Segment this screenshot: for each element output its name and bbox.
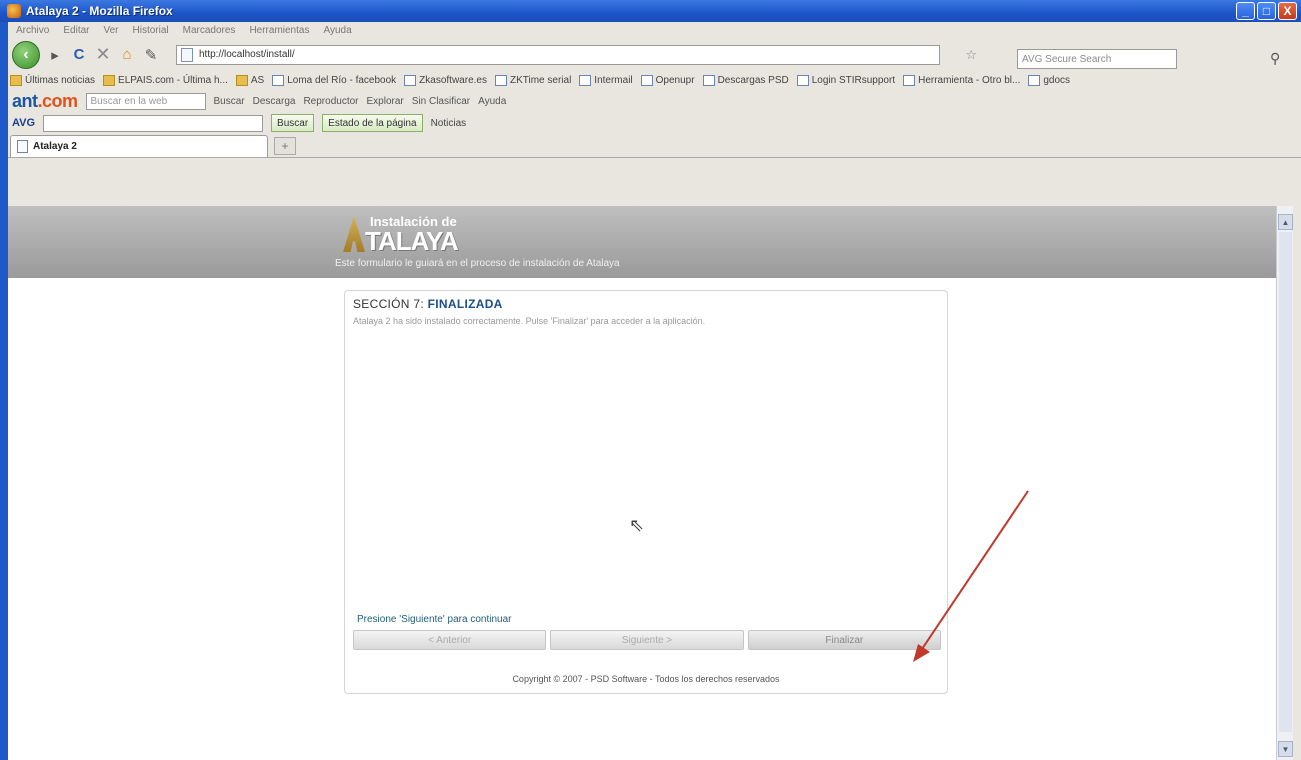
search-input[interactable]: AVG Secure Search <box>1017 49 1177 69</box>
folder-icon <box>10 75 22 86</box>
page-viewport: Instalación de TALAYA Este formulario le… <box>8 206 1276 760</box>
home-icon[interactable]: ⌂ <box>118 46 136 64</box>
menu-ver[interactable]: Ver <box>103 25 118 36</box>
bookmark-item[interactable]: Login STIRsupport <box>796 75 895 86</box>
minimize-button[interactable]: _ <box>1236 2 1255 20</box>
bookmarks-toolbar: Últimas noticias ELPAIS.com - Última h..… <box>8 70 1301 91</box>
maximize-button[interactable]: □ <box>1257 2 1276 20</box>
logo-mark-icon <box>343 216 365 252</box>
bookmark-item[interactable]: Descargas PSD <box>702 75 789 86</box>
installer-panel: SECCIÓN 7: FINALIZADA Atalaya 2 ha sido … <box>344 290 948 694</box>
bookmark-item[interactable]: Herramienta - Otro bl... <box>903 75 1020 86</box>
avg-search-input[interactable] <box>43 114 264 132</box>
scroll-thumb[interactable] <box>1279 232 1292 732</box>
page-icon <box>181 47 193 62</box>
menu-ayuda[interactable]: Ayuda <box>323 25 351 36</box>
window-titlebar: Atalaya 2 - Mozilla Firefox _ □ X <box>0 0 1301 22</box>
page-icon <box>579 75 592 86</box>
close-button[interactable]: X <box>1278 2 1297 20</box>
menu-herramientas[interactable]: Herramientas <box>249 25 309 36</box>
bookmark-item[interactable]: AS <box>235 75 264 86</box>
search-placeholder: AVG Secure Search <box>1022 53 1112 65</box>
page-icon <box>1028 75 1041 86</box>
forward-icon[interactable]: ▸ <box>46 46 64 64</box>
hint-text: Presione 'Siguiente' para continuar <box>357 614 512 625</box>
tab-label: Atalaya 2 <box>33 141 77 152</box>
page-icon <box>17 140 28 153</box>
header-subtitle: Este formulario le guiará en el proceso … <box>335 258 620 269</box>
tab-strip: Atalaya 2 + <box>8 134 1301 158</box>
window-title: Atalaya 2 - Mozilla Firefox <box>26 4 173 18</box>
scroll-down-icon[interactable]: ▼ <box>1278 741 1293 757</box>
next-button[interactable]: Siguiente > <box>550 630 744 650</box>
bookmark-item[interactable]: Zkasoftware.es <box>404 75 487 86</box>
page-icon <box>494 75 507 86</box>
page-icon <box>404 75 417 86</box>
bookmark-item[interactable]: gdocs <box>1028 75 1070 86</box>
vertical-scrollbar[interactable]: ▲ ▼ <box>1276 206 1293 760</box>
page-status-button[interactable]: Estado de la página <box>322 114 423 132</box>
site-header: Instalación de TALAYA Este formulario le… <box>8 206 1276 278</box>
menu-marcadores[interactable]: Marcadores <box>183 25 236 36</box>
ant-search-button[interactable]: Buscar <box>214 96 245 107</box>
bookmark-item[interactable]: ELPAIS.com - Última h... <box>103 75 228 86</box>
bookmark-item[interactable]: Openupr <box>640 75 695 86</box>
firefox-icon <box>7 4 21 18</box>
folder-icon <box>103 75 116 86</box>
menu-archivo[interactable]: Archivo <box>16 25 49 36</box>
ant-help-button[interactable]: Ayuda <box>478 96 506 107</box>
avg-logo: AVG <box>12 117 36 129</box>
ant-toolbar: ant.com Buscar en la web Buscar Descarga… <box>8 91 1301 112</box>
news-button[interactable]: Noticias <box>431 118 467 129</box>
menubar: Archivo Editar Ver Historial Marcadores … <box>8 22 1301 39</box>
avg-search-button[interactable]: Buscar <box>271 114 315 132</box>
bookmark-item[interactable]: ZKTime serial <box>494 75 571 86</box>
page-icon <box>272 75 285 86</box>
ant-search-input[interactable]: Buscar en la web <box>85 93 206 110</box>
section-title: SECCIÓN 7: FINALIZADA <box>353 297 503 311</box>
section-status: FINALIZADA <box>427 297 503 311</box>
back-button[interactable]: ‹ <box>12 40 40 69</box>
scroll-up-icon[interactable]: ▲ <box>1278 214 1293 230</box>
menu-historial[interactable]: Historial <box>133 25 169 36</box>
previous-button[interactable]: < Anterior <box>353 630 547 650</box>
url-text[interactable]: http://localhost/install/ <box>199 49 295 60</box>
bookmark-item[interactable]: Intermail <box>579 75 633 86</box>
bookmark-item[interactable]: Loma del Río - facebook <box>272 75 396 86</box>
ant-player-button[interactable]: Reproductor <box>303 96 358 107</box>
bookmark-tool-icon[interactable]: ✎ <box>142 46 160 64</box>
new-tab-button[interactable]: + <box>274 137 296 155</box>
ant-explore-button[interactable]: Explorar <box>366 96 403 107</box>
logo-line2: TALAYA <box>365 226 459 256</box>
star-icon[interactable]: ☆ <box>965 47 977 63</box>
folder-icon <box>235 75 248 86</box>
search-icon[interactable]: ⚲ <box>1270 50 1280 67</box>
page-icon <box>796 75 809 86</box>
wizard-buttons: < Anterior Siguiente > Finalizar <box>353 630 941 652</box>
avg-toolbar: AVG Buscar Estado de la página Noticias <box>8 112 1301 134</box>
mouse-cursor-icon: ⇖ <box>629 515 645 535</box>
window-border <box>0 22 8 760</box>
url-bar[interactable]: http://localhost/install/ ☆ <box>176 44 977 65</box>
annotation-arrow-icon <box>913 490 1029 662</box>
page-icon <box>640 75 653 86</box>
copyright-text: Copyright © 2007 - PSD Software - Todos … <box>512 674 780 684</box>
tab-atalaya[interactable]: Atalaya 2 <box>10 135 268 157</box>
reload-icon[interactable]: C <box>70 46 88 64</box>
page-icon <box>702 75 715 86</box>
page-icon <box>903 75 916 86</box>
stop-icon[interactable]: ✕ <box>94 44 112 64</box>
ant-download-button[interactable]: Descarga <box>253 96 296 107</box>
window-controls: _ □ X <box>1236 2 1297 20</box>
section-description: Atalaya 2 ha sido instalado correctament… <box>353 316 706 326</box>
ant-unclassified-button[interactable]: Sin Clasificar <box>412 96 470 107</box>
menu-editar[interactable]: Editar <box>63 25 89 36</box>
bookmark-item[interactable]: Últimas noticias <box>10 75 95 86</box>
ant-logo: ant.com <box>12 91 78 111</box>
